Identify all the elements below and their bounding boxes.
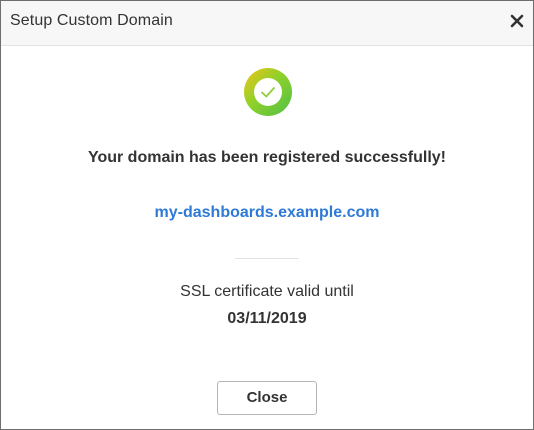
dialog-title: Setup Custom Domain bbox=[10, 12, 173, 29]
success-message: Your domain has been registered successf… bbox=[87, 149, 447, 166]
close-icon[interactable] bbox=[507, 11, 527, 31]
check-circle-icon bbox=[242, 66, 294, 118]
setup-domain-dialog: Setup Custom Domain Your domain has been… bbox=[0, 0, 534, 430]
close-button[interactable]: Close bbox=[217, 381, 317, 415]
ssl-valid-until: 03/11/2019 bbox=[227, 310, 307, 327]
domain-link[interactable]: my-dashboards.example.com bbox=[1, 204, 533, 222]
divider bbox=[235, 258, 299, 259]
ssl-label: SSL certificate valid until bbox=[180, 283, 354, 300]
dialog-header: Setup Custom Domain bbox=[1, 1, 533, 46]
